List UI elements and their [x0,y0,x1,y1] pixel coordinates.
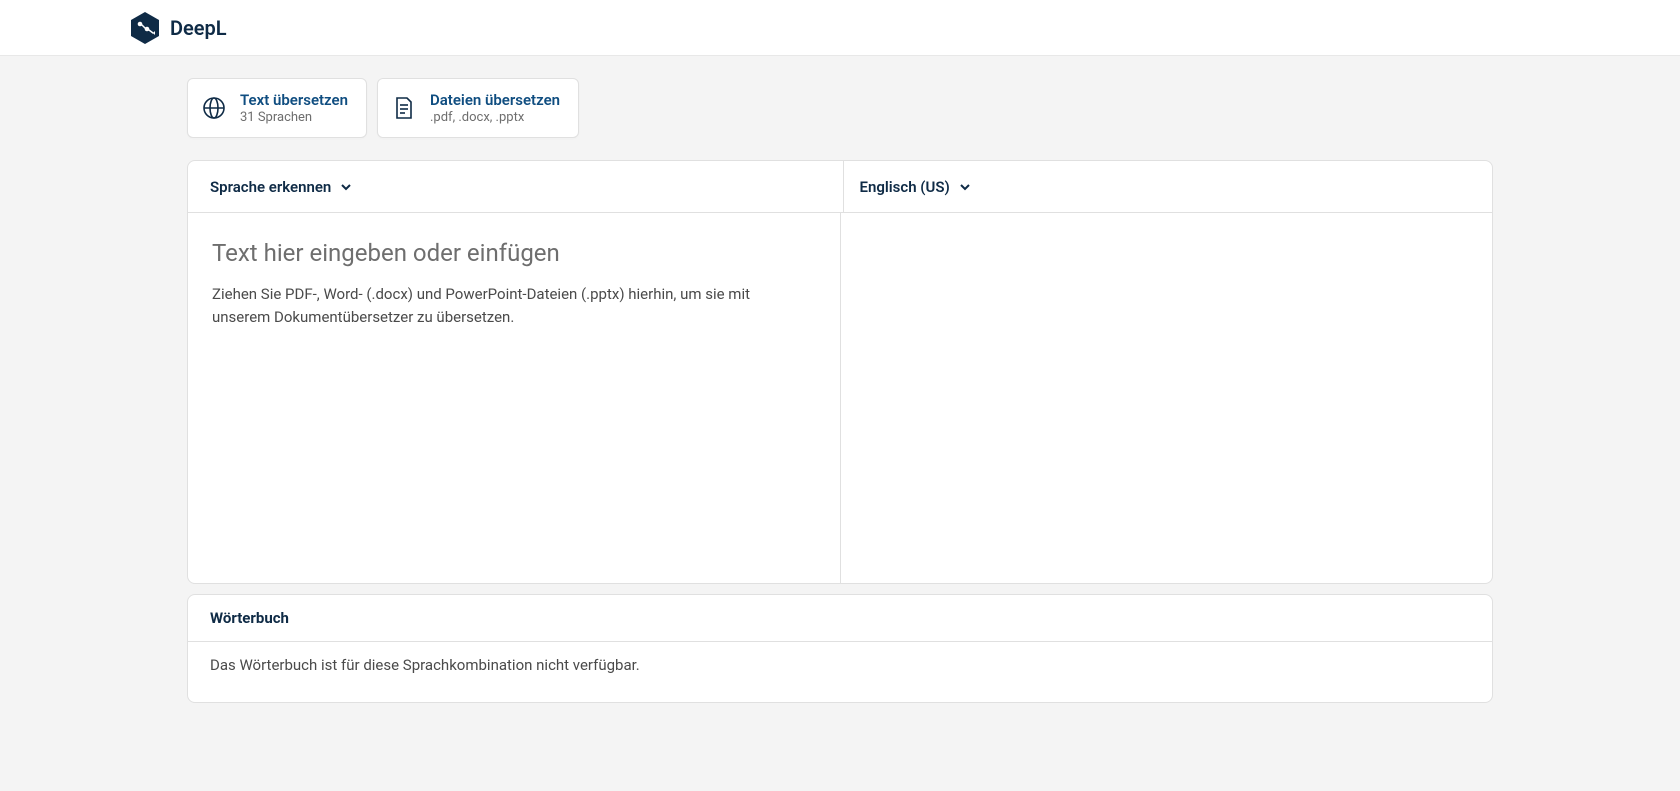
tab-subtitle: 31 Sprachen [240,110,348,125]
tab-title: Text übersetzen [240,91,348,109]
text-panes: Text hier eingeben oder einfügen Ziehen … [188,213,1492,583]
page-body: Text übersetzen 31 Sprachen Dateien über… [0,56,1680,791]
target-language-label: Englisch (US) [860,178,950,196]
tab-translate-text[interactable]: Text übersetzen 31 Sprachen [187,78,367,138]
brand-name: DeepL [170,16,227,40]
target-text-area [841,213,1493,583]
language-bar: Sprache erkennen Englisch (US) [188,161,1492,213]
dictionary-title: Wörterbuch [188,595,1492,642]
chevron-down-icon [958,180,972,194]
target-language-selector[interactable]: Englisch (US) [860,178,972,196]
chevron-down-icon [339,180,353,194]
document-icon [392,96,416,120]
dictionary-message: Das Wörterbuch ist für diese Sprachkombi… [188,642,1492,702]
source-language-label: Sprache erkennen [210,178,331,196]
tab-subtitle: .pdf, .docx, .pptx [430,110,560,125]
tab-title: Dateien übersetzen [430,91,560,109]
dictionary-panel: Wörterbuch Das Wörterbuch ist für diese … [187,594,1493,703]
source-language-selector[interactable]: Sprache erkennen [210,178,353,196]
source-text-area[interactable]: Text hier eingeben oder einfügen Ziehen … [188,213,841,583]
mode-tabs: Text übersetzen 31 Sprachen Dateien über… [187,78,1493,138]
translator-panel: Sprache erkennen Englisch (US) [187,160,1493,584]
brand-logo[interactable]: DeepL [130,11,227,45]
source-placeholder-desc: Ziehen Sie PDF-, Word- (.docx) und Power… [212,283,772,328]
deepl-logo-icon [130,11,160,45]
source-placeholder-title: Text hier eingeben oder einfügen [212,239,816,267]
app-header: DeepL [0,0,1680,56]
tab-translate-files[interactable]: Dateien übersetzen .pdf, .docx, .pptx [377,78,579,138]
globe-icon [202,96,226,120]
